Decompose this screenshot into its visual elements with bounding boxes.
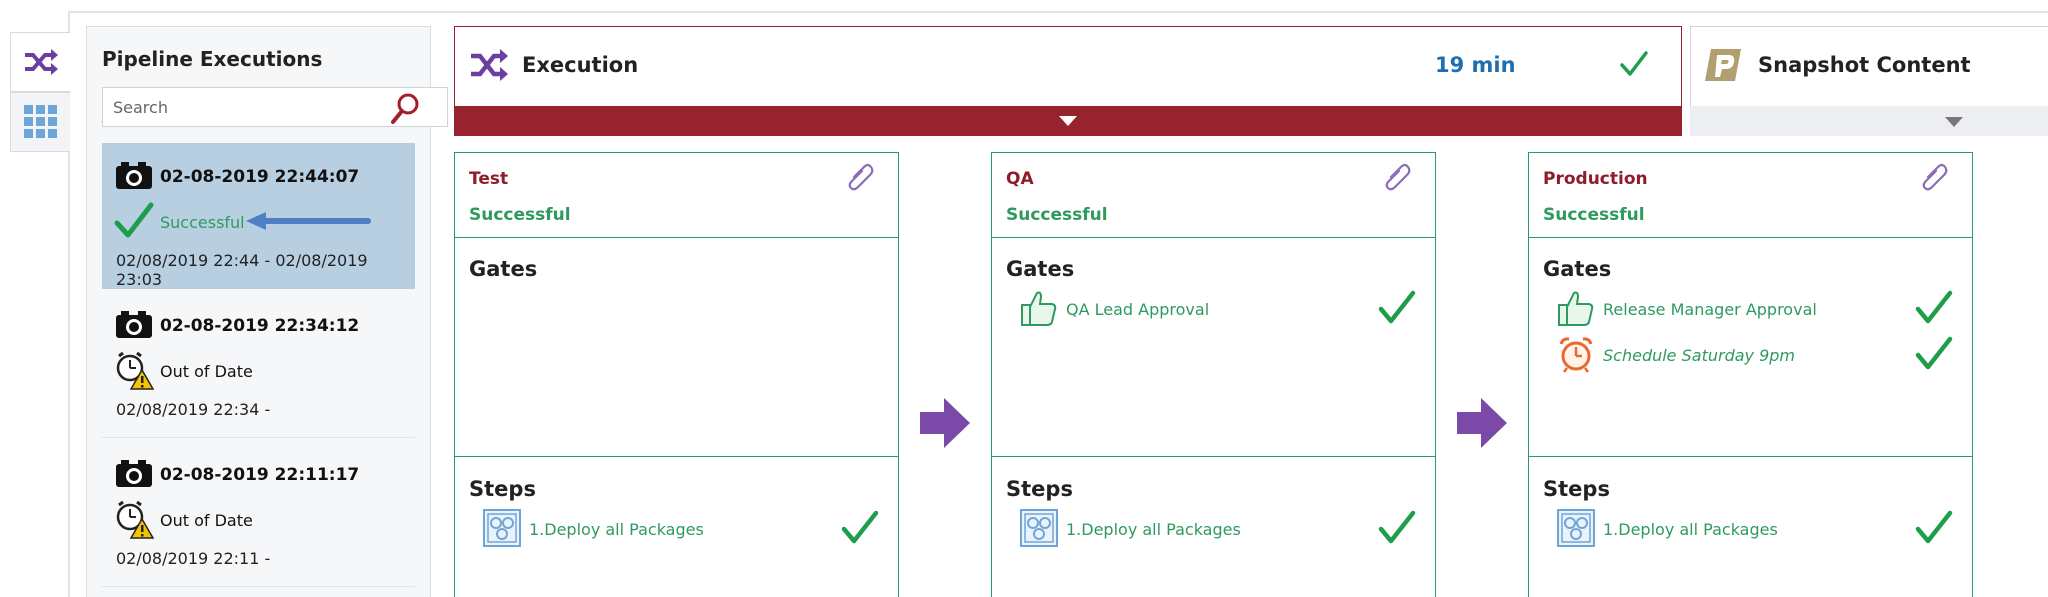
execution-id: 02-08-2019 22:34:12 xyxy=(160,316,360,336)
deploy-packages-icon xyxy=(1020,509,1058,547)
execution-item[interactable]: 02-08-2019 22:44:07 Successful 02/08/201… xyxy=(102,143,415,289)
step-item[interactable]: 1.Deploy all Packages xyxy=(1020,509,1420,549)
paperclip-icon[interactable] xyxy=(1385,163,1411,193)
grid-icon xyxy=(23,105,57,138)
execution-expand-bar[interactable] xyxy=(454,106,1682,136)
stage-test: Test Successful Gates Steps 1.Deploy all… xyxy=(454,152,899,597)
step-label: 1.Deploy all Packages xyxy=(529,520,704,539)
step-label: 1.Deploy all Packages xyxy=(1603,520,1778,539)
gates-title: Gates xyxy=(469,257,538,281)
caret-down-icon xyxy=(1059,116,1077,126)
steps-title: Steps xyxy=(1543,477,1610,501)
execution-item[interactable]: 02-08-2019 22:34:12 Out of Date 02/08/20… xyxy=(102,292,415,438)
execution-item[interactable]: 02-08-2019 22:11:17 Out of Date 02/08/20… xyxy=(102,441,415,587)
arrow-right-icon xyxy=(920,398,970,448)
panel-title: Pipeline Executions xyxy=(102,47,323,71)
camera-icon xyxy=(116,460,152,487)
stage-divider xyxy=(1529,237,1972,238)
gate-item[interactable]: QA Lead Approval xyxy=(1020,289,1420,329)
stage-name: Test xyxy=(469,169,509,189)
alarm-warning-icon xyxy=(116,351,154,390)
search-input[interactable] xyxy=(103,88,373,126)
execution-id: 02-08-2019 22:11:17 xyxy=(160,465,360,485)
gates-title: Gates xyxy=(1006,257,1075,281)
step-item[interactable]: 1.Deploy all Packages xyxy=(1557,509,1957,549)
gate-label: Schedule Saturday 9pm xyxy=(1603,346,1795,365)
execution-status: Out of Date xyxy=(160,511,253,530)
check-icon xyxy=(1915,336,1953,370)
check-icon xyxy=(1915,510,1953,544)
steps-title: Steps xyxy=(469,477,536,501)
stage-status: Successful xyxy=(1543,205,1645,225)
package-icon xyxy=(1705,49,1741,81)
stage-name: QA xyxy=(1006,169,1034,189)
execution-time-range: 02/08/2019 22:34 - xyxy=(116,400,271,419)
gate-item[interactable]: Schedule Saturday 9pm xyxy=(1557,335,1957,375)
search-button[interactable] xyxy=(388,90,424,126)
shuffle-icon xyxy=(24,49,58,75)
steps-title: Steps xyxy=(1006,477,1073,501)
step-label: 1.Deploy all Packages xyxy=(1066,520,1241,539)
stage-qa: QA Successful Gates QA Lead Approval Ste… xyxy=(991,152,1436,597)
stage-divider xyxy=(1529,456,1972,457)
paperclip-icon[interactable] xyxy=(1922,163,1948,193)
execution-duration: 19 min xyxy=(1435,53,1516,77)
gates-title: Gates xyxy=(1543,257,1612,281)
thumbs-up-icon xyxy=(1558,291,1594,326)
execution-time-range: 02/08/2019 22:44 - 02/08/2019 23:03 xyxy=(116,251,368,289)
stage-status: Successful xyxy=(1006,205,1108,225)
camera-icon xyxy=(116,162,152,189)
stage-name: Production xyxy=(1543,169,1648,189)
stage-production: Production Successful Gates Release Mana… xyxy=(1528,152,1973,597)
snapshot-title: Snapshot Content xyxy=(1758,53,1971,77)
check-icon xyxy=(1378,510,1416,544)
deploy-packages-icon xyxy=(1557,509,1595,547)
stage-divider xyxy=(455,237,898,238)
thumbs-up-icon xyxy=(1021,291,1057,326)
check-icon xyxy=(1378,290,1416,324)
check-icon xyxy=(114,202,154,238)
execution-status: Out of Date xyxy=(160,362,253,381)
search-box xyxy=(102,87,448,127)
check-icon xyxy=(841,510,879,544)
stage-status: Successful xyxy=(469,205,571,225)
snapshot-content-header: Snapshot Content xyxy=(1690,26,2048,136)
arrow-right-icon xyxy=(1457,398,1507,448)
alarm-warning-icon xyxy=(116,500,154,539)
pipeline-tab[interactable] xyxy=(10,32,70,92)
pipeline-executions-panel: Pipeline Executions 02-08-2019 22:44:07 xyxy=(86,26,448,597)
gate-label: Release Manager Approval xyxy=(1603,300,1817,319)
shuffle-icon xyxy=(471,49,508,81)
gate-label: QA Lead Approval xyxy=(1066,300,1210,319)
execution-status: Successful xyxy=(160,213,245,232)
caret-down-icon xyxy=(1945,117,1963,127)
execution-time-range: 02/08/2019 22:11 - xyxy=(116,549,271,568)
search-icon xyxy=(391,93,419,124)
camera-icon xyxy=(116,311,152,338)
alarm-clock-icon xyxy=(1559,337,1593,373)
check-icon xyxy=(1915,290,1953,324)
step-item[interactable]: 1.Deploy all Packages xyxy=(483,509,883,549)
top-divider xyxy=(70,11,2048,13)
execution-header: Execution 19 min xyxy=(454,26,1682,136)
stage-divider xyxy=(992,456,1435,457)
stage-divider xyxy=(992,237,1435,238)
grid-tab[interactable] xyxy=(10,92,70,152)
execution-title: Execution xyxy=(522,53,639,77)
arrow-left-icon xyxy=(246,212,371,230)
execution-id: 02-08-2019 22:44:07 xyxy=(160,167,360,187)
snapshot-expand-bar[interactable] xyxy=(1690,106,2048,136)
check-icon xyxy=(1620,51,1648,76)
paperclip-icon[interactable] xyxy=(848,163,874,193)
pipeline-page: Pipeline Executions 02-08-2019 22:44:07 xyxy=(0,0,2048,597)
gate-item[interactable]: Release Manager Approval xyxy=(1557,289,1957,329)
deploy-packages-icon xyxy=(483,509,521,547)
stage-divider xyxy=(455,456,898,457)
